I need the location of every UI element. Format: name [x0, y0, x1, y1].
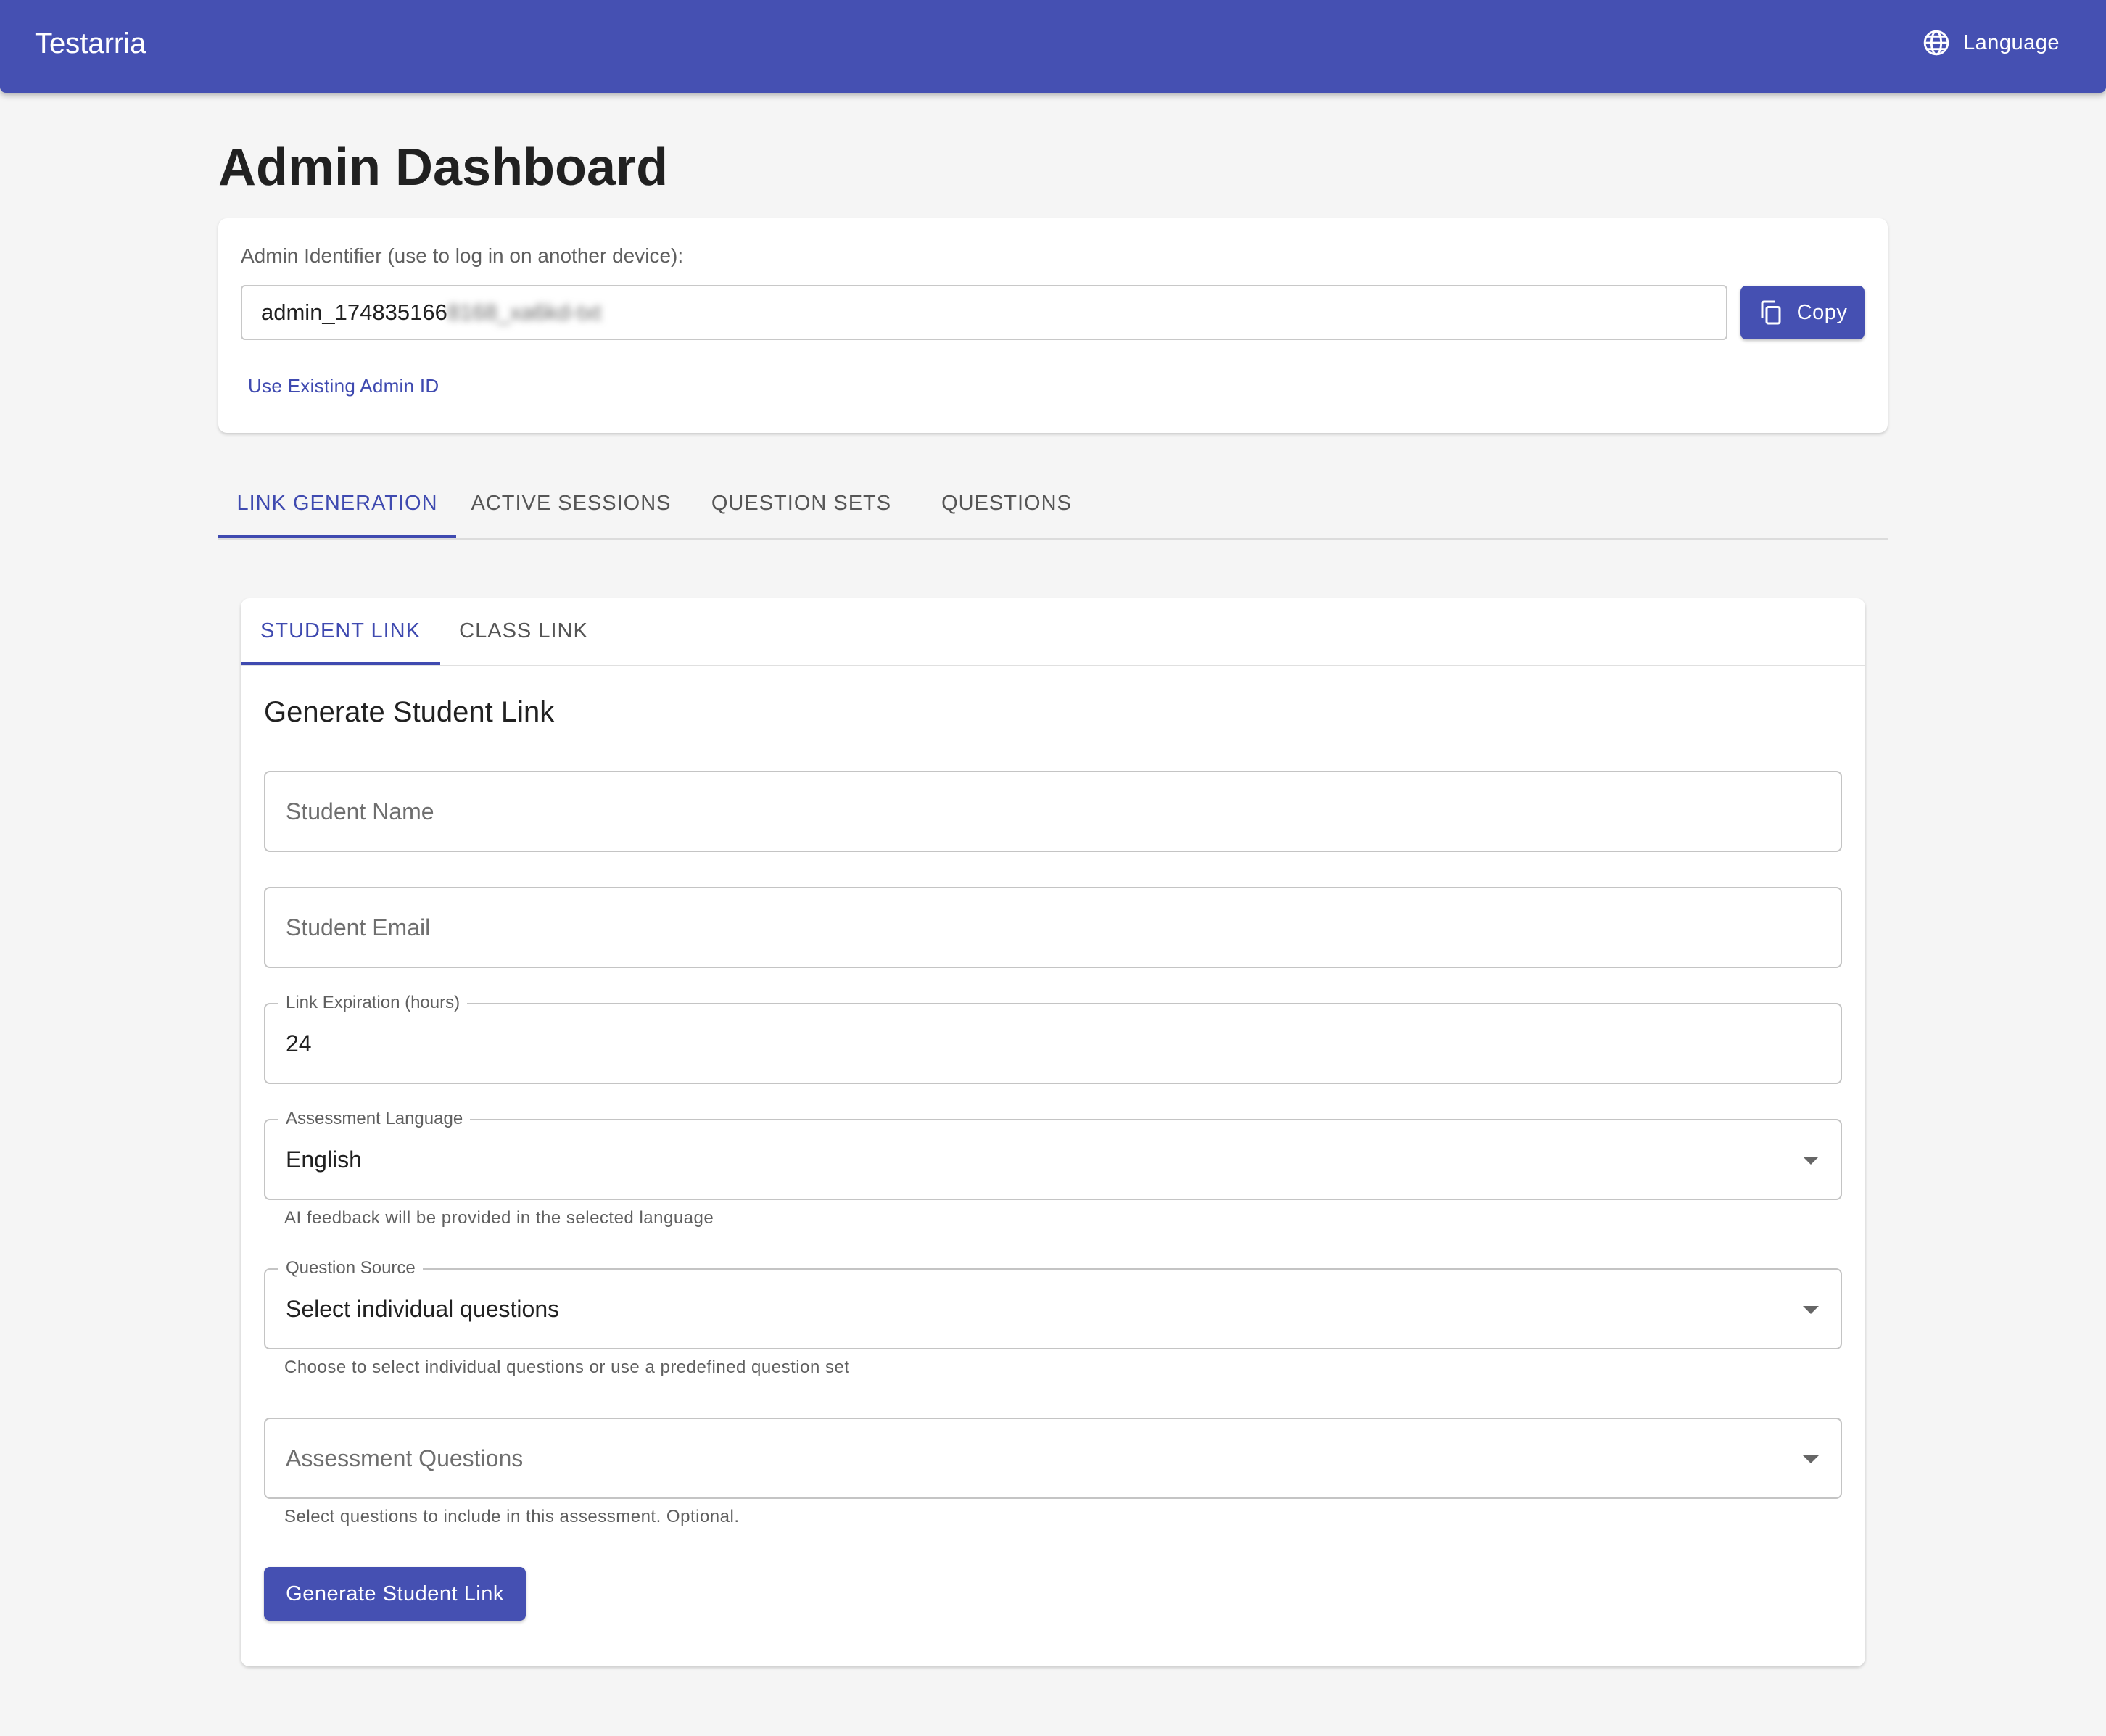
assessment-language-value: English: [286, 1146, 362, 1173]
assessment-language-select[interactable]: Assessment Language English: [264, 1109, 1842, 1200]
globe-icon: [1923, 30, 1949, 56]
student-name-placeholder: Student Name: [286, 798, 434, 824]
assessment-questions-select[interactable]: Assessment Questions: [264, 1418, 1842, 1499]
copy-icon: [1761, 300, 1781, 325]
caret-down-icon: [1803, 1157, 1819, 1165]
form-title: Generate Student Link: [264, 696, 555, 728]
admin-identifier-obscured: 8168_xa6kd-txt: [447, 299, 601, 325]
tab-question-sets[interactable]: QUESTION SETS: [686, 470, 917, 537]
link-expiration-value: 24: [286, 1030, 312, 1057]
language-label: Language: [1962, 30, 2060, 54]
generate-student-link-button[interactable]: Generate Student Link: [264, 1567, 526, 1621]
app-title[interactable]: Testarria: [35, 28, 146, 60]
link-expiration-label: Link Expiration (hours): [278, 993, 468, 1013]
copy-button-label: Copy: [1796, 300, 1848, 324]
question-source-helper: Choose to select individual questions or…: [284, 1357, 850, 1377]
question-source-select[interactable]: Question Source Select individual questi…: [264, 1258, 1842, 1349]
admin-identifier-value: admin_174835166: [261, 299, 447, 325]
copy-button[interactable]: Copy: [1740, 286, 1865, 339]
assessment-questions-helper: Select questions to include in this asse…: [284, 1507, 740, 1526]
assessment-language-helper: AI feedback will be provided in the sele…: [284, 1208, 714, 1228]
tab-active-sessions[interactable]: ACTIVE SESSIONS: [456, 470, 686, 537]
tab-link-generation[interactable]: LINK GENERATION: [218, 470, 456, 538]
admin-identifier-label: Admin Identifier (use to log in on anoth…: [241, 244, 684, 267]
caret-down-icon: [1803, 1306, 1819, 1314]
admin-identifier-card: Admin Identifier (use to log in on anoth…: [218, 218, 1888, 433]
tab-class-link[interactable]: CLASS LINK: [440, 598, 607, 664]
tab-student-link[interactable]: STUDENT LINK: [241, 598, 440, 665]
question-source-value: Select individual questions: [286, 1296, 560, 1322]
question-source-label: Question Source: [278, 1258, 423, 1278]
student-email-placeholder: Student Email: [286, 914, 431, 941]
page-title: Admin Dashboard: [218, 139, 669, 197]
student-name-input[interactable]: Student Name: [264, 771, 1842, 852]
app-bar: Testarria Language: [0, 0, 2106, 93]
tab-questions[interactable]: QUESTIONS: [917, 470, 1097, 537]
main-tabs: LINK GENERATION ACTIVE SESSIONS QUESTION…: [218, 470, 1888, 540]
use-existing-admin-id-link[interactable]: Use Existing Admin ID: [248, 375, 439, 397]
student-email-input[interactable]: Student Email: [264, 887, 1842, 968]
assessment-questions-placeholder: Assessment Questions: [286, 1445, 524, 1471]
admin-identifier-field[interactable]: admin_174835166 8168_xa6kd-txt: [241, 285, 1727, 340]
assessment-language-label: Assessment Language: [278, 1109, 471, 1129]
link-type-tabs: STUDENT LINK CLASS LINK: [241, 598, 1865, 666]
caret-down-icon: [1803, 1455, 1819, 1463]
link-expiration-input[interactable]: Link Expiration (hours) 24: [264, 993, 1842, 1084]
language-button[interactable]: Language: [1923, 29, 2060, 57]
